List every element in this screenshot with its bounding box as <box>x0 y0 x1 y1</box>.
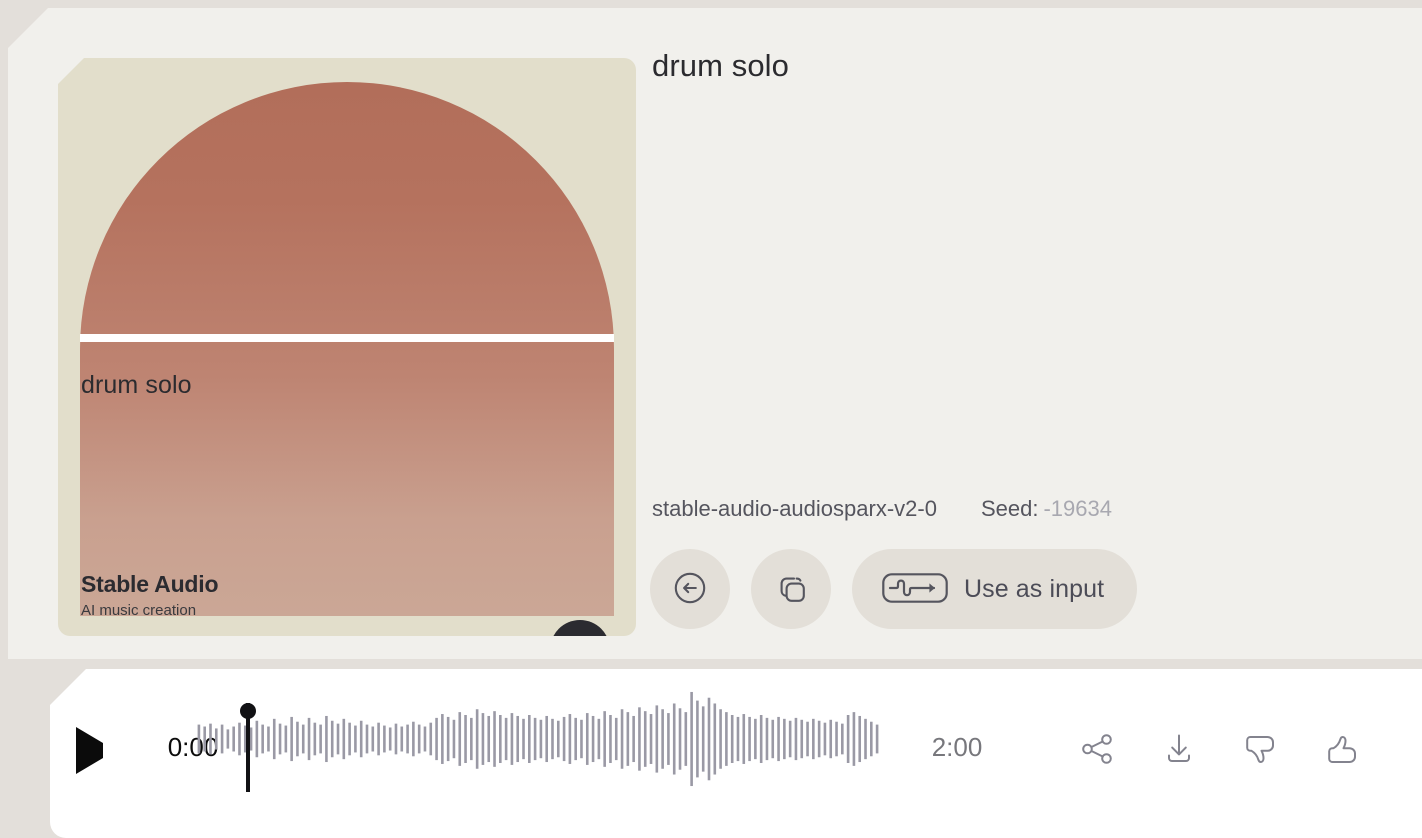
album-art-card[interactable]: drum solo Stable Audio AI music creation <box>58 58 636 636</box>
seed-label: Seed: <box>980 496 1039 521</box>
album-art-title: drum solo <box>81 371 192 399</box>
app-root: drum solo Stable Audio AI music creation… <box>0 0 1422 838</box>
use-as-input-button[interactable]: Use as input <box>852 549 1138 629</box>
use-as-input-label: Use as input <box>964 574 1105 603</box>
copy-button[interactable] <box>751 549 831 629</box>
waveform[interactable] <box>196 672 880 806</box>
brand-tagline: AI music creation <box>81 602 197 619</box>
brand-block: Stable Audio AI music creation <box>81 571 219 620</box>
action-row: Use as input <box>650 549 1138 629</box>
model-name: stable-audio-audiosparx-v2-0 <box>652 496 937 521</box>
brand-name: Stable Audio <box>81 571 219 598</box>
play-button[interactable] <box>71 726 107 774</box>
stable-audio-dome-logo-icon <box>549 612 611 636</box>
page-title: drum solo <box>652 48 790 83</box>
download-button[interactable] <box>1158 729 1200 771</box>
like-button[interactable] <box>1322 729 1364 771</box>
player-action-row <box>1076 729 1364 771</box>
album-art-baseline <box>80 334 614 342</box>
total-time: 2:00 <box>931 732 983 762</box>
waveform-scrubber[interactable] <box>196 672 880 806</box>
arrow-left-circle-icon <box>671 569 709 610</box>
generation-metadata: stable-audio-audiosparx-v2-0 Seed: -19634 <box>652 496 1112 522</box>
download-icon <box>1158 728 1200 773</box>
thumbs-down-icon <box>1240 728 1282 773</box>
thumbs-up-icon <box>1322 728 1364 773</box>
playhead-line[interactable] <box>246 703 250 792</box>
album-art-dome-shape <box>80 82 614 616</box>
revert-button[interactable] <box>650 549 730 629</box>
share-button[interactable] <box>1076 729 1118 771</box>
dislike-button[interactable] <box>1240 729 1282 771</box>
waveform-arrow-icon <box>882 569 948 610</box>
album-art-inner: drum solo Stable Audio AI music creation <box>58 58 636 636</box>
seed-value: -19634 <box>1043 496 1112 521</box>
play-icon <box>75 726 103 774</box>
copy-icon <box>772 569 810 610</box>
share-icon <box>1076 728 1118 773</box>
seed-info: Seed: -19634 <box>981 496 1112 522</box>
